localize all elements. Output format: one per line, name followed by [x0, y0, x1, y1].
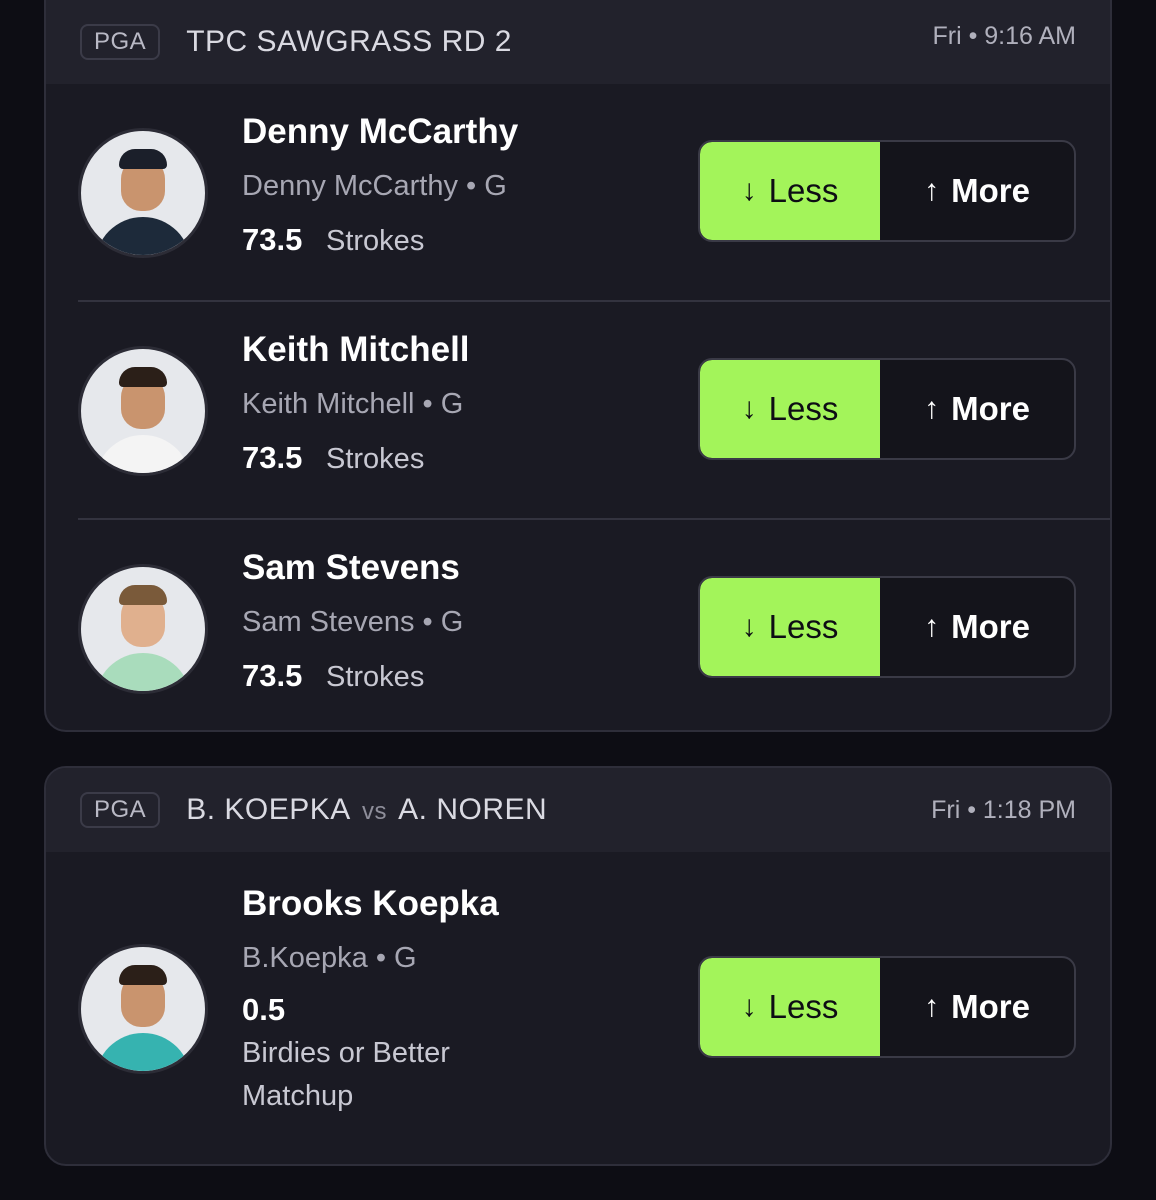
game-time: Fri • 9:16 AM — [932, 22, 1076, 50]
arrow-up-icon: ↑ — [924, 392, 940, 425]
more-label: More — [951, 172, 1030, 209]
card-header: PGA TPC SAWGRASS RD 2 Fri • 9:16 AM — [46, 0, 1110, 84]
pick-toggle: ↓ Less ↑ More — [698, 358, 1076, 460]
player-avatar[interactable] — [78, 346, 208, 476]
projection-card-tpc-sawgrass: PGA TPC SAWGRASS RD 2 Fri • 9:16 AM Denn… — [44, 0, 1112, 732]
arrow-down-icon: ↓ — [741, 174, 757, 207]
player-name: Denny McCarthy — [242, 112, 519, 151]
player-avatar[interactable] — [78, 564, 208, 694]
arrow-down-icon: ↓ — [741, 610, 757, 643]
arrow-up-icon: ↑ — [924, 990, 940, 1023]
less-button[interactable]: ↓ Less — [700, 360, 880, 458]
player-subtitle: Keith Mitchell • G — [242, 388, 464, 420]
stat-line: 73.5 — [242, 658, 303, 693]
more-button[interactable]: ↑ More — [880, 578, 1074, 676]
player-avatar[interactable] — [78, 944, 208, 1074]
pick-toggle: ↓ Less ↑ More — [698, 576, 1076, 678]
player-row-sam-stevens: Sam Stevens Sam Stevens • G 73.5 Strokes… — [78, 520, 1110, 730]
stat-unit: Birdies or Better Matchup — [242, 1032, 450, 1118]
stat-unit-line-2: Matchup — [242, 1080, 354, 1112]
game-title: TPC SAWGRASS RD 2 — [186, 25, 512, 58]
card-header: PGA B. KOEPKA vs A. NOREN Fri • 1:18 PM — [46, 768, 1110, 852]
player-name: Brooks Koepka — [242, 884, 499, 923]
player-subtitle: B.Koepka • G — [242, 942, 417, 974]
more-label: More — [951, 390, 1030, 427]
less-label: Less — [768, 608, 839, 645]
more-label: More — [951, 988, 1030, 1025]
pick-toggle: ↓ Less ↑ More — [698, 140, 1076, 242]
more-label: More — [951, 608, 1030, 645]
team-right: A. NOREN — [398, 793, 548, 826]
game-time: Fri • 1:18 PM — [931, 795, 1076, 824]
projection-card-koepka-vs-noren: PGA B. KOEPKA vs A. NOREN Fri • 1:18 PM … — [44, 766, 1112, 1166]
game-title: B. KOEPKA vs A. NOREN — [186, 793, 547, 827]
less-label: Less — [768, 172, 839, 209]
arrow-up-icon: ↑ — [924, 610, 940, 643]
less-button[interactable]: ↓ Less — [700, 958, 880, 1056]
arrow-up-icon: ↑ — [924, 174, 940, 207]
more-button[interactable]: ↑ More — [880, 958, 1074, 1056]
team-left: B. KOEPKA — [186, 793, 350, 826]
player-row-keith-mitchell: Keith Mitchell Keith Mitchell • G 73.5 S… — [78, 302, 1110, 520]
stat-unit: Strokes — [326, 661, 425, 693]
stat-unit: Strokes — [326, 225, 425, 257]
stat-line: 73.5 — [242, 440, 303, 475]
stat-line: 73.5 — [242, 222, 303, 257]
vs-label: vs — [361, 798, 387, 825]
more-button[interactable]: ↑ More — [880, 360, 1074, 458]
pick-toggle: ↓ Less ↑ More — [698, 956, 1076, 1058]
player-subtitle: Denny McCarthy • G — [242, 170, 507, 202]
arrow-down-icon: ↓ — [741, 990, 757, 1023]
league-badge: PGA — [80, 792, 161, 828]
less-label: Less — [768, 390, 839, 427]
player-row-denny-mccarthy: Denny McCarthy Denny McCarthy • G 73.5 S… — [78, 84, 1110, 302]
stat-unit-line-1: Birdies or Better — [242, 1037, 450, 1069]
player-subtitle: Sam Stevens • G — [242, 606, 464, 638]
less-label: Less — [768, 988, 839, 1025]
less-button[interactable]: ↓ Less — [700, 142, 880, 240]
stat-unit: Strokes — [326, 443, 425, 475]
stat-line: 0.5 — [242, 992, 286, 1027]
more-button[interactable]: ↑ More — [880, 142, 1074, 240]
player-avatar[interactable] — [78, 128, 208, 258]
player-name: Sam Stevens — [242, 548, 460, 587]
player-name: Keith Mitchell — [242, 330, 470, 369]
arrow-down-icon: ↓ — [741, 392, 757, 425]
less-button[interactable]: ↓ Less — [700, 578, 880, 676]
league-badge: PGA — [80, 24, 161, 60]
player-row-brooks-koepka: Brooks Koepka B.Koepka • G 0.5 Birdies o… — [78, 852, 1110, 1162]
